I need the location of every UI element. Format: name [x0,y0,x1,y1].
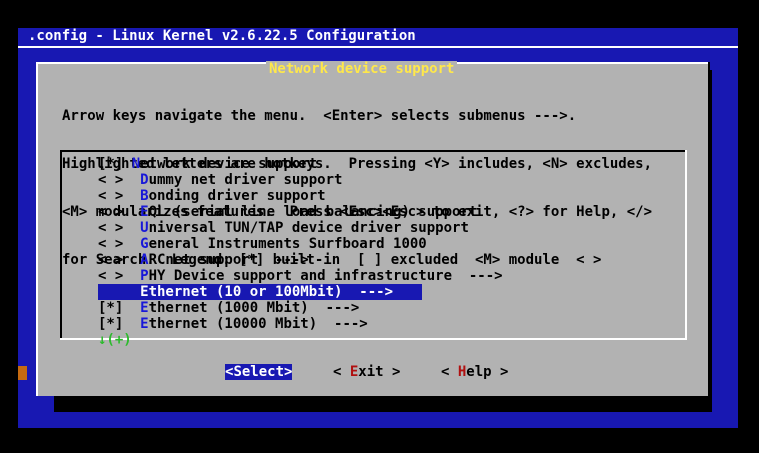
more-items-indicator: ↓(+) [98,332,132,348]
menu-item[interactable]: < > Dummy net driver support [98,172,503,188]
menu-item-hotkey: E [140,284,149,300]
dialog-border-right [708,62,710,396]
menu-item-hotkey: E [140,316,149,332]
menu-item[interactable]: < > PHY Device support and infrastructur… [98,268,503,284]
menu-item-label: RCnet support ---> [148,252,309,268]
select-rest: elect> [241,364,293,380]
menu-border-top [60,150,687,152]
menu-item-hotkey: G [140,236,149,252]
menu-border-bottom [60,338,687,340]
menu-item-state: < > [98,252,124,268]
select-button[interactable]: <Select> [225,364,293,380]
menu-item-hotkey: D [140,172,149,188]
menu-border-left [60,150,62,340]
menu-item-hotkey: P [140,268,149,284]
menu-item[interactable]: [*] Ethernet (10000 Mbit) ---> [98,316,503,332]
menu-item-hotkey: E [140,300,149,316]
menu-item-hotkey: U [140,220,149,236]
help-prefix: < [441,364,458,380]
dialog-title: Network device support [266,61,458,77]
menu-item[interactable]: Ethernet (10 or 100Mbit) ---> [98,284,422,300]
menu-item-hotkey: E [140,204,149,220]
exit-rest: xit > [358,364,401,380]
menu-item-label: HY Device support and infrastructure ---… [148,268,503,284]
exit-prefix: < [333,364,350,380]
menu-border-right [685,150,687,340]
exit-button[interactable]: < Exit > [333,364,400,380]
menu-item-label: thernet (10 or 100Mbit) ---> [148,284,394,300]
menu-item-label: thernet (10000 Mbit) ---> [148,316,368,332]
help-button[interactable]: < Help > [441,364,508,380]
menu-item[interactable]: < > General Instruments Surfboard 1000 [98,236,503,252]
cursor-block [18,366,27,380]
menu-item-state: [*] [98,300,124,316]
menu-item[interactable]: [*] Network device support [98,156,503,172]
menu-item-state: < > [98,268,124,284]
menu-item-state: < > [98,220,124,236]
menu-item-state: < > [98,188,124,204]
menu-item[interactable]: < > ARCnet support ---> [98,252,503,268]
menu-item-state: < > [98,172,124,188]
menu-item-label: eneral Instruments Surfboard 1000 [148,236,427,252]
menu-item-state: < > [98,204,124,220]
menu-item-label: niversal TUN/TAP device driver support [148,220,469,236]
menu-item[interactable]: [*] Ethernet (1000 Mbit) ---> [98,300,503,316]
menu-item-hotkey: N [131,156,141,172]
menu-item-label: onding driver support [148,188,326,204]
menu-item-state: [*] [98,316,124,332]
menu-item-hotkey: A [140,252,149,268]
select-hotkey: S [233,364,242,380]
menu-item[interactable]: < > Universal TUN/TAP device driver supp… [98,220,503,236]
menu-item-label: thernet (1000 Mbit) ---> [148,300,360,316]
menu-item-hotkey: B [140,188,149,204]
menu-item-label: ummy net driver support [148,172,343,188]
instruction-line: Arrow keys navigate the menu. <Enter> se… [62,108,577,124]
menu-item-label: etwork device support [140,156,318,172]
dialog-border-left [36,62,38,396]
title-divider [18,46,738,48]
menu-item[interactable]: < > EQL (serial line load balancing) sup… [98,204,503,220]
window-title: .config - Linux Kernel v2.6.22.5 Configu… [28,28,416,44]
menu-item-state: [*] [98,156,124,172]
menu-list: [*] Network device support < > Dummy net … [98,156,503,332]
menu-item-label: QL (serial line load balancing) support [148,204,478,220]
help-rest: elp > [466,364,509,380]
menu-item-state: < > [98,236,124,252]
menu-item[interactable]: < > Bonding driver support [98,188,503,204]
